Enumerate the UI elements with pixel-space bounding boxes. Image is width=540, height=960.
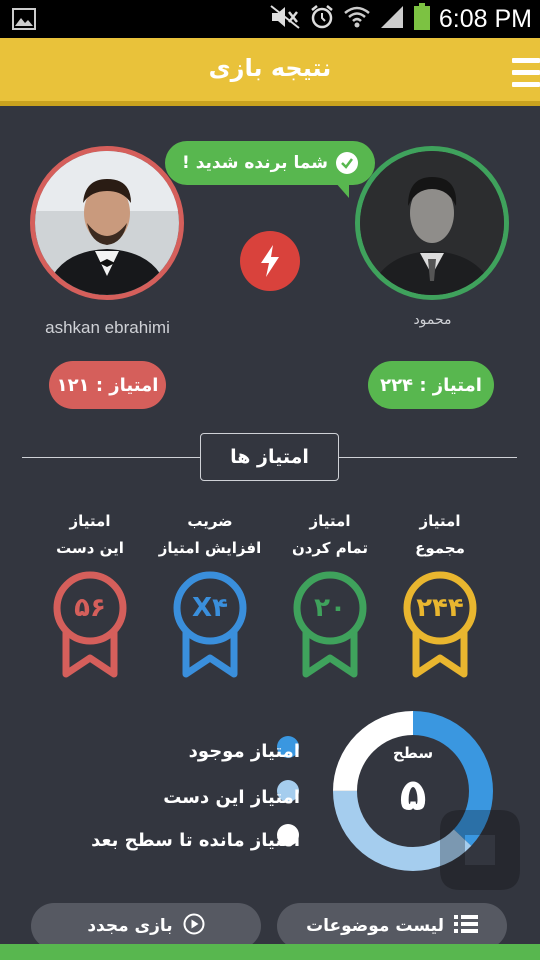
player-right-avatar [355,146,509,300]
section-divider-left [22,457,200,458]
replay-button[interactable]: بازی مجدد [31,903,261,949]
bottom-accent-bar [0,944,540,960]
status-bar: 6:08 PM [0,0,540,38]
ribbon-badge-icon: ۲۴۴ [400,570,480,680]
player-left-avatar [30,146,184,300]
section-divider-right [339,457,517,458]
image-icon [12,8,36,34]
scores-section-title: امتیاز ها [200,433,339,481]
check-icon [335,152,358,174]
mute-icon [269,4,301,34]
lightning-icon [240,231,300,291]
replay-label: بازی مجدد [87,916,173,936]
ribbon-badge-icon: ۲۰ [290,570,370,680]
stat-hand-label: امتیاز این دست [56,512,124,557]
stat-hand: امتیاز این دست ۵۶ [25,508,155,680]
battery-icon [413,3,431,35]
stat-multiplier: ضریب افزایش امتیاز X۴ [145,508,275,680]
stat-multiplier-value: X۴ [192,593,228,623]
alarm-icon [309,4,335,34]
signal-icon [379,4,405,34]
page-title: نتیجه بازی [208,54,332,82]
ribbon-badge-icon: ۵۶ [50,570,130,680]
play-icon [183,913,205,940]
stat-hand-value: ۵۶ [74,593,106,623]
header-bar: نتیجه بازی [0,38,540,106]
stat-total-value: ۲۴۴ [416,593,464,623]
winner-bubble: شما برنده شدید ! [165,141,375,198]
player-right-name: محمود [413,312,452,328]
legend-current: امتیاز موجود [188,741,300,762]
stat-finish-value: ۲۰ [314,593,346,623]
status-time: 6:08 PM [438,4,532,33]
player-left-name: ashkan ebrahimi [45,318,170,337]
stat-multiplier-label: ضریب افزایش امتیاز [158,512,262,557]
legend-hand: امتیاز این دست [163,787,300,808]
topics-list-label: لیست موضوعات [306,916,444,936]
ribbon-badge-icon: X۴ [170,570,250,680]
player-right-score: امتیاز : ۲۲۴ [368,361,494,409]
legend-remaining: امتیاز مانده تا سطح بعد [91,830,300,851]
topics-list-button[interactable]: لیست موضوعات [277,903,507,949]
menu-icon[interactable] [512,58,540,88]
stat-finish-label: امتیاز تمام کردن [291,512,369,557]
app-logo-watermark [430,800,530,900]
list-icon [453,914,478,939]
stat-finish: امتیاز تمام کردن ۲۰ [265,508,395,680]
player-left-score: امتیاز : ۱۲۱ [49,361,166,409]
wifi-icon [343,4,371,34]
level-label: سطح [392,744,434,762]
winner-text: شما برنده شدید ! [182,153,328,173]
